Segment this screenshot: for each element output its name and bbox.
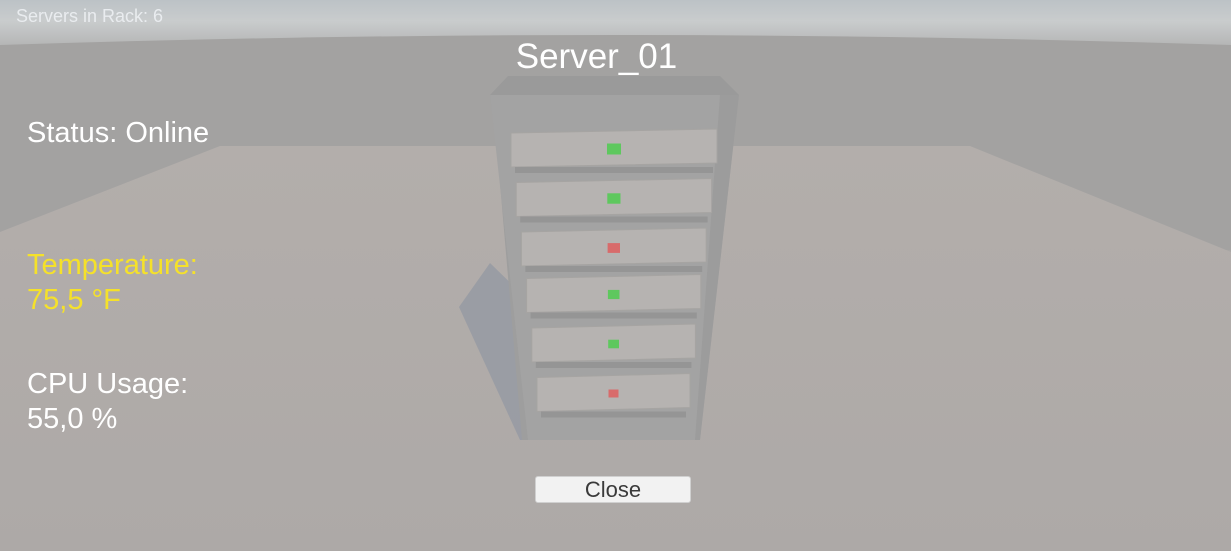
server-unit-gap — [535, 362, 692, 368]
close-button[interactable]: Close — [535, 476, 691, 503]
temperature-value: 75,5 °F — [27, 284, 121, 316]
server-unit-gap — [541, 411, 686, 418]
server-unit-gap — [515, 167, 713, 173]
status-led-offline — [607, 243, 620, 253]
cpu-usage-value: 55,0 % — [27, 403, 118, 435]
server-unit-gap — [525, 266, 703, 272]
status-led-online — [607, 193, 621, 204]
temperature-readout: Temperature: 75,5 °F — [27, 248, 198, 318]
server-unit-gap — [520, 216, 708, 223]
server-unit-gap — [530, 312, 697, 319]
cpu-usage-readout: CPU Usage: 55,0 % — [27, 367, 188, 437]
status-led-online — [607, 289, 620, 300]
server-rack — [490, 76, 739, 440]
status-led-offline — [608, 389, 619, 398]
status-led-online — [608, 339, 619, 349]
rack-top — [490, 76, 739, 95]
server-title: Server_01 — [515, 37, 678, 76]
servers-in-rack-label: Servers in Rack: 6 — [16, 6, 164, 26]
status-label: Status: Online — [27, 117, 210, 149]
status-led-online — [607, 143, 621, 155]
temperature-label: Temperature: — [27, 249, 198, 281]
game-viewport: Servers in Rack: 6 Server_01 Status: Onl… — [0, 0, 1231, 551]
cpu-usage-label: CPU Usage: — [27, 368, 189, 400]
